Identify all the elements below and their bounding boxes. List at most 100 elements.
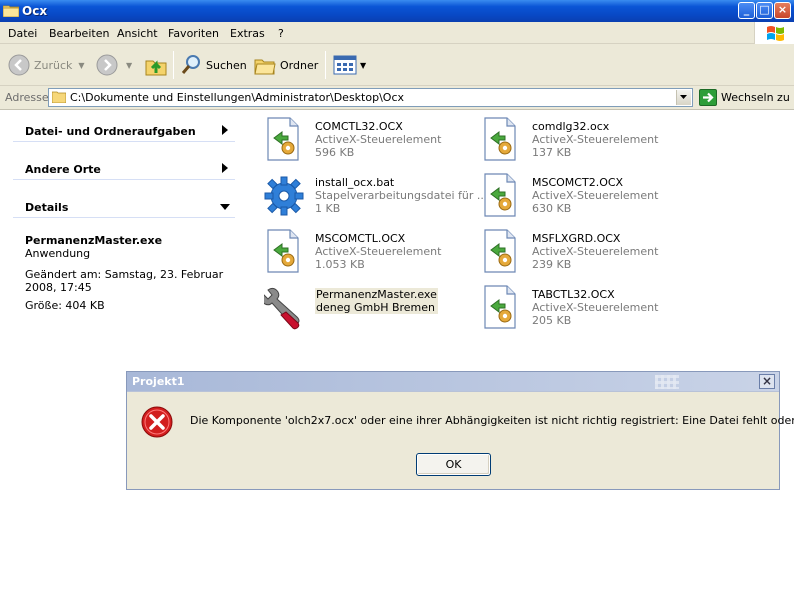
go-button[interactable]: Wechseln zu bbox=[699, 89, 790, 106]
ocx-file-icon bbox=[484, 285, 516, 329]
file-name: COMCTL32.OCX bbox=[315, 120, 403, 133]
details-size: Größe: 404 KB bbox=[25, 299, 105, 312]
wrench-app-icon bbox=[264, 287, 300, 330]
file-item[interactable]: MSFLXGRD.OCX ActiveX-Steuerelement 239 K… bbox=[475, 226, 690, 278]
other-places-header[interactable]: Andere Orte bbox=[13, 158, 235, 180]
file-type: ActiveX-Steuerelement bbox=[532, 189, 659, 202]
file-size: 205 KB bbox=[532, 314, 572, 327]
error-icon bbox=[141, 406, 173, 438]
ocx-file-icon bbox=[484, 173, 516, 217]
back-dropdown-icon[interactable]: ▼ bbox=[78, 61, 84, 70]
folder-icon bbox=[52, 91, 66, 103]
views-dropdown-icon[interactable]: ▼ bbox=[360, 61, 366, 70]
address-dropdown-button[interactable] bbox=[676, 90, 691, 105]
views-icon bbox=[333, 55, 357, 75]
search-button[interactable]: Suchen bbox=[180, 50, 247, 80]
menu-favoriten[interactable]: Favoriten bbox=[168, 27, 219, 40]
chevron-down-icon bbox=[680, 95, 687, 99]
up-button[interactable] bbox=[144, 50, 168, 80]
file-item[interactable]: MSCOMCT2.OCX ActiveX-Steuerelement 630 K… bbox=[475, 170, 690, 222]
file-name: comdlg32.ocx bbox=[532, 120, 610, 133]
forward-button[interactable]: ▼ bbox=[96, 50, 132, 80]
error-dialog: Projekt1 × Die Komponente 'olch2x7.ocx' … bbox=[126, 371, 794, 490]
task-pane: Datei- und Ordneraufgaben Andere Orte De… bbox=[0, 111, 250, 591]
menu-bearbeiten[interactable]: Bearbeiten bbox=[49, 27, 109, 40]
file-type: deneg GmbH Bremen bbox=[316, 301, 436, 314]
chevron-right-icon bbox=[222, 125, 228, 135]
views-button[interactable]: ▼ bbox=[333, 50, 366, 80]
file-size: 1.053 KB bbox=[315, 258, 365, 271]
file-item[interactable]: comdlg32.ocx ActiveX-Steuerelement 137 K… bbox=[475, 114, 690, 166]
file-name: MSFLXGRD.OCX bbox=[532, 232, 621, 245]
folder-icon bbox=[3, 5, 19, 17]
folders-icon bbox=[254, 59, 276, 75]
file-size: 596 KB bbox=[315, 146, 355, 159]
close-button[interactable]: × bbox=[774, 2, 791, 19]
forward-arrow-icon bbox=[96, 54, 118, 76]
ok-button[interactable]: OK bbox=[416, 453, 491, 476]
file-type: ActiveX-Steuerelement bbox=[532, 245, 659, 258]
address-label: Adresse bbox=[5, 91, 49, 104]
file-folder-tasks-header[interactable]: Datei- und Ordneraufgaben bbox=[13, 120, 235, 142]
ocx-file-icon bbox=[267, 229, 299, 273]
file-name: install_ocx.bat bbox=[315, 176, 395, 189]
file-item[interactable]: MSCOMCTL.OCX ActiveX-Steuerelement 1.053… bbox=[258, 226, 473, 278]
dialog-message: Die Komponente 'olch2x7.ocx' oder eine i… bbox=[190, 414, 794, 427]
file-size: 630 KB bbox=[532, 202, 572, 215]
file-name: MSCOMCT2.OCX bbox=[532, 176, 624, 189]
file-type: ActiveX-Steuerelement bbox=[532, 133, 659, 146]
file-item[interactable]: COMCTL32.OCX ActiveX-Steuerelement 596 K… bbox=[258, 114, 473, 166]
file-size: 239 KB bbox=[532, 258, 572, 271]
file-item-selected[interactable]: PermanenzMaster.exe deneg GmbH Bremen bbox=[258, 282, 473, 334]
file-type: ActiveX-Steuerelement bbox=[315, 133, 442, 146]
go-label: Wechseln zu bbox=[721, 91, 790, 104]
menu-ansicht[interactable]: Ansicht bbox=[117, 27, 158, 40]
ocx-file-icon bbox=[484, 229, 516, 273]
file-name: PermanenzMaster.exe bbox=[316, 288, 437, 301]
file-name: TABCTL32.OCX bbox=[532, 288, 615, 301]
back-button[interactable]: Zurück ▼ bbox=[8, 50, 85, 80]
ocx-file-icon bbox=[267, 117, 299, 161]
windows-logo-icon bbox=[754, 22, 794, 44]
menu-datei[interactable]: Datei bbox=[8, 27, 37, 40]
back-arrow-icon bbox=[8, 54, 30, 76]
details-name: PermanenzMaster.exe bbox=[25, 234, 163, 247]
address-field[interactable]: C:\Dokumente und Einstellungen\Administr… bbox=[48, 88, 693, 107]
menu-extras[interactable]: Extras bbox=[230, 27, 265, 40]
toolbar: Zurück ▼ ▼ Suchen Ordner ▼ bbox=[0, 44, 794, 86]
forward-dropdown-icon[interactable]: ▼ bbox=[126, 61, 132, 70]
menu-help[interactable]: ? bbox=[278, 27, 284, 40]
maximize-button[interactable]: □ bbox=[756, 2, 773, 19]
title-bar[interactable]: Ocx _ □ × bbox=[0, 0, 794, 22]
file-type: ActiveX-Steuerelement bbox=[532, 301, 659, 314]
file-type: ActiveX-Steuerelement bbox=[315, 245, 442, 258]
search-icon bbox=[181, 55, 200, 74]
ocx-file-icon bbox=[484, 117, 516, 161]
file-name: MSCOMCTL.OCX bbox=[315, 232, 406, 245]
title-decoration bbox=[655, 375, 679, 389]
dialog-close-button[interactable]: × bbox=[759, 374, 775, 389]
address-bar: Adresse C:\Dokumente und Einstellungen\A… bbox=[0, 86, 794, 110]
details-header[interactable]: Details bbox=[13, 196, 235, 218]
minimize-button[interactable]: _ bbox=[738, 2, 755, 19]
file-item[interactable]: TABCTL32.OCX ActiveX-Steuerelement 205 K… bbox=[475, 282, 690, 334]
folder-up-icon bbox=[145, 60, 167, 76]
chevron-right-icon bbox=[222, 163, 228, 173]
chevron-down-icon bbox=[220, 204, 230, 210]
details-type: Anwendung bbox=[25, 247, 91, 260]
file-list: COMCTL32.OCX ActiveX-Steuerelement 596 K… bbox=[252, 111, 794, 591]
file-size: 1 KB bbox=[315, 202, 341, 215]
file-size: 137 KB bbox=[532, 146, 572, 159]
folders-button[interactable]: Ordner bbox=[254, 50, 318, 80]
go-arrow-icon bbox=[699, 89, 717, 106]
toolbar-separator bbox=[325, 51, 326, 79]
address-path: C:\Dokumente und Einstellungen\Administr… bbox=[70, 91, 405, 104]
file-type: Stapelverarbeitungsdatei für ... bbox=[315, 189, 488, 202]
dialog-title-bar[interactable]: Projekt1 × bbox=[127, 372, 779, 392]
dialog-title: Projekt1 bbox=[132, 375, 185, 388]
file-item[interactable]: install_ocx.bat Stapelverarbeitungsdatei… bbox=[258, 170, 487, 222]
details-panel: PermanenzMaster.exe Anwendung Geändert a… bbox=[25, 234, 225, 312]
explorer-window: Ocx _ □ × Datei Bearbeiten Ansicht Favor… bbox=[0, 0, 794, 591]
batch-gear-icon bbox=[264, 176, 304, 216]
details-modified: Geändert am: Samstag, 23. Februar 2008, … bbox=[25, 268, 224, 294]
